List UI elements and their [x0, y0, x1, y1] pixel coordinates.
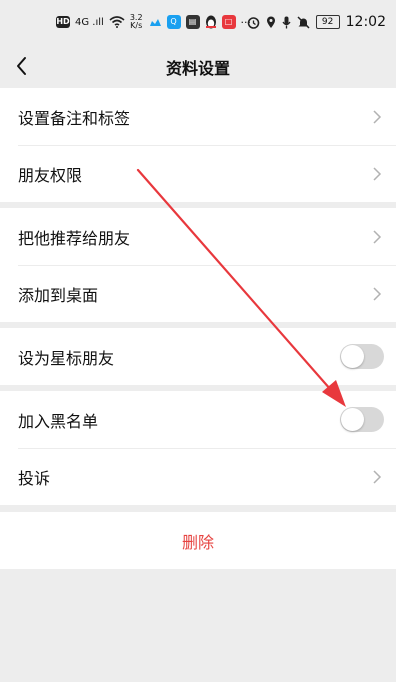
status-time: 12:02 — [345, 14, 386, 30]
friend-permissions-row[interactable]: 朋友权限 — [0, 145, 396, 202]
page-title: 资料设置 — [165, 59, 230, 78]
row-label: 添加到桌面 — [18, 285, 99, 305]
nav-bar: 资料设置 — [0, 44, 396, 88]
status-bar-right: 92 12:02 — [247, 14, 386, 30]
delete-group: 删除 — [0, 512, 396, 569]
row-label: 投诉 — [18, 468, 51, 488]
add-to-blacklist-row: 加入黑名单 — [0, 391, 396, 448]
delete-button[interactable]: 删除 — [0, 512, 396, 569]
toggle-knob — [341, 345, 364, 368]
app-red-icon: □ — [221, 15, 236, 29]
app-q-icon: Q — [166, 15, 181, 29]
row-label: 朋友权限 — [18, 165, 83, 185]
status-bar-left: HD 4G .ıll 3.2 K/s Q ▤ □ ··· — [56, 14, 251, 30]
chevron-right-icon — [373, 166, 382, 181]
settings-group-1: 设置备注和标签 朋友权限 — [0, 88, 396, 202]
mute-icon — [297, 15, 310, 29]
row-label: 设为星标朋友 — [18, 348, 115, 368]
delete-label: 删除 — [181, 532, 214, 552]
set-remark-and-tags-row[interactable]: 设置备注和标签 — [0, 88, 396, 145]
toggle-knob — [341, 408, 364, 431]
star-friend-row: 设为星标朋友 — [0, 328, 396, 385]
row-label: 设置备注和标签 — [18, 108, 131, 128]
add-to-desktop-row[interactable]: 添加到桌面 — [0, 265, 396, 322]
recommend-to-friends-row[interactable]: 把他推荐给朋友 — [0, 208, 396, 265]
status-bar: HD 4G .ıll 3.2 K/s Q ▤ □ ··· 92 12:02 — [0, 0, 396, 44]
wifi-icon — [109, 16, 125, 28]
chevron-right-icon — [373, 229, 382, 244]
chevron-right-icon — [373, 469, 382, 484]
signal-icon: 4G .ıll — [75, 16, 104, 28]
blacklist-toggle[interactable] — [340, 407, 384, 432]
chevron-right-icon — [373, 109, 382, 124]
star-friend-toggle[interactable] — [340, 344, 384, 369]
speed-unit: K/s — [130, 21, 143, 30]
complain-row[interactable]: 投诉 — [0, 448, 396, 505]
settings-group-2: 把他推荐给朋友 添加到桌面 — [0, 208, 396, 322]
row-label: 加入黑名单 — [18, 411, 99, 431]
location-icon — [266, 16, 275, 28]
mic-icon — [282, 16, 291, 28]
calendar-icon: ▤ — [185, 15, 200, 29]
alarm-icon — [247, 16, 259, 29]
settings-group-4: 加入黑名单 投诉 — [0, 391, 396, 505]
qq-penguin-icon — [205, 15, 216, 29]
battery-icon: 92 — [315, 15, 340, 29]
network-speed: 3.2 K/s — [130, 14, 143, 30]
hd-icon: HD — [56, 16, 70, 28]
chevron-right-icon — [373, 286, 382, 301]
cloud-icon — [149, 19, 161, 26]
row-label: 把他推荐给朋友 — [18, 228, 131, 248]
settings-group-3: 设为星标朋友 — [0, 328, 396, 385]
